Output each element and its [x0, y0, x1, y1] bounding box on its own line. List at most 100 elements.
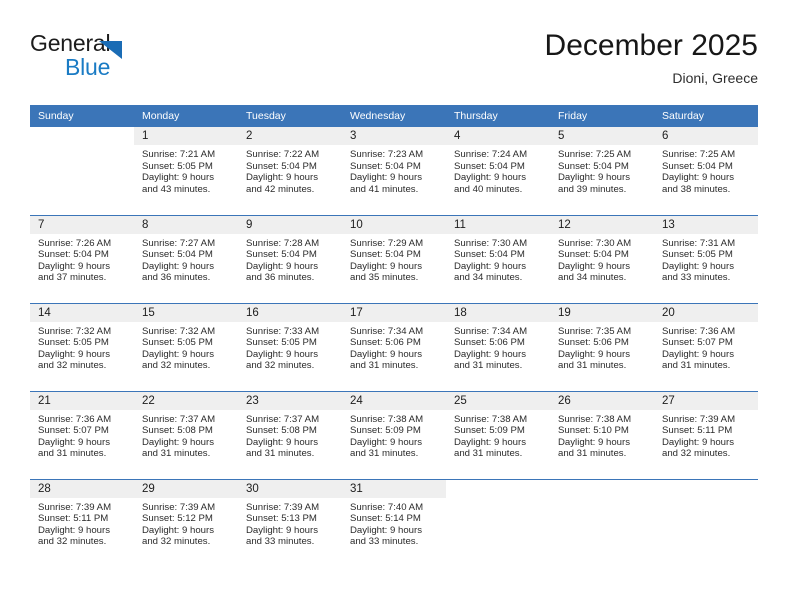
daylight-text-line1: Daylight: 9 hours [558, 436, 630, 448]
day-details: Sunrise: 7:32 AM Sunset: 5:05 PM Daylight:… [30, 322, 134, 372]
daylight-text-line1: Daylight: 9 hours [454, 436, 526, 448]
calendar-day-cell[interactable]: 20 Sunrise: 7:36 AM Sunset: 5:07 PM Dayligh… [654, 302, 758, 391]
calendar-day-cell[interactable]: 13 Sunrise: 7:31 AM Sunset: 5:05 PM Dayligh… [654, 214, 758, 303]
sunset-text: Sunset: 5:04 PM [38, 249, 109, 261]
daylight-text-line1: Daylight: 9 hours [246, 172, 318, 184]
sunrise-text: Sunrise: 7:34 AM [350, 325, 424, 337]
calendar-day-cell[interactable]: 17 Sunrise: 7:34 AM Sunset: 5:06 PM Dayligh… [342, 302, 446, 391]
calendar-day-cell[interactable]: 21 Sunrise: 7:36 AM Sunset: 5:07 PM Dayligh… [30, 390, 134, 479]
day-details: Sunrise: 7:21 AM Sunset: 5:05 PM Daylight:… [134, 145, 238, 195]
calendar-cell-empty [654, 478, 758, 567]
day-number: 29 [134, 479, 238, 498]
day-details: Sunrise: 7:22 AM Sunset: 5:04 PM Daylight:… [238, 145, 342, 195]
sunset-text: Sunset: 5:11 PM [662, 425, 733, 437]
calendar-week-row: 28 Sunrise: 7:39 AM Sunset: 5:11 PM Dayligh… [30, 478, 758, 567]
daylight-text-line2: and 31 minutes. [558, 448, 627, 460]
sunset-text: Sunset: 5:05 PM [246, 337, 317, 349]
calendar-day-cell[interactable]: 23 Sunrise: 7:37 AM Sunset: 5:08 PM Dayligh… [238, 390, 342, 479]
daylight-text-line1: Daylight: 9 hours [662, 436, 734, 448]
calendar-day-cell[interactable]: 27 Sunrise: 7:39 AM Sunset: 5:11 PM Dayligh… [654, 390, 758, 479]
calendar-page: General Blue December 2025 Dioni, Greece… [0, 0, 792, 612]
day-number: 28 [30, 479, 134, 498]
daylight-text-line1: Daylight: 9 hours [558, 260, 630, 272]
calendar-day-cell[interactable]: 3 Sunrise: 7:23 AM Sunset: 5:04 PM Daylight… [342, 127, 446, 215]
sunrise-text: Sunrise: 7:34 AM [454, 325, 528, 337]
day-details: Sunrise: 7:39 AM Sunset: 5:11 PM Daylight:… [654, 410, 758, 460]
page-header: General Blue December 2025 Dioni, Greece [30, 28, 758, 98]
day-number: 26 [550, 391, 654, 410]
day-details: Sunrise: 7:33 AM Sunset: 5:05 PM Daylight:… [238, 322, 342, 372]
calendar-table: Sunday Monday Tuesday Wednesday Thursday Frid… [30, 105, 758, 567]
calendar-cell-empty [30, 127, 134, 215]
sunset-text: Sunset: 5:04 PM [454, 160, 525, 172]
sunrise-text: Sunrise: 7:22 AM [246, 149, 320, 160]
calendar-day-cell[interactable]: 31 Sunrise: 7:40 AM Sunset: 5:14 PM Dayligh… [342, 478, 446, 567]
sunrise-text: Sunrise: 7:30 AM [454, 237, 528, 249]
calendar-day-cell[interactable]: 6 Sunrise: 7:25 AM Sunset: 5:04 PM Daylight… [654, 127, 758, 215]
sunrise-text: Sunrise: 7:40 AM [350, 501, 424, 513]
daylight-text-line2: and 31 minutes. [558, 360, 627, 372]
daylight-text-line2: and 32 minutes. [38, 536, 107, 548]
day-number: 31 [342, 479, 446, 498]
sunset-text: Sunset: 5:04 PM [350, 249, 421, 261]
day-details: Sunrise: 7:30 AM Sunset: 5:04 PM Daylight:… [550, 234, 654, 284]
sunset-text: Sunset: 5:06 PM [558, 337, 629, 349]
calendar-day-cell[interactable]: 30 Sunrise: 7:39 AM Sunset: 5:13 PM Dayligh… [238, 478, 342, 567]
calendar-day-cell[interactable]: 24 Sunrise: 7:38 AM Sunset: 5:09 PM Dayligh… [342, 390, 446, 479]
calendar-day-cell[interactable]: 22 Sunrise: 7:37 AM Sunset: 5:08 PM Dayligh… [134, 390, 238, 479]
day-number: 8 [134, 215, 238, 234]
calendar-week-row: 14 Sunrise: 7:32 AM Sunset: 5:05 PM Dayligh… [30, 302, 758, 391]
daylight-text-line2: and 33 minutes. [350, 536, 419, 548]
calendar-day-cell[interactable]: 26 Sunrise: 7:38 AM Sunset: 5:10 PM Dayligh… [550, 390, 654, 479]
day-number: 13 [654, 215, 758, 234]
daylight-text-line1: Daylight: 9 hours [142, 260, 214, 272]
daylight-text-line2: and 36 minutes. [142, 272, 211, 284]
daylight-text-line2: and 37 minutes. [38, 272, 107, 284]
sunset-text: Sunset: 5:07 PM [38, 425, 109, 437]
day-number: 27 [654, 391, 758, 410]
calendar-day-cell[interactable]: 8 Sunrise: 7:27 AM Sunset: 5:04 PM Daylight… [134, 214, 238, 303]
weekday-header-thursday: Thursday [446, 105, 550, 127]
calendar-day-cell[interactable]: 16 Sunrise: 7:33 AM Sunset: 5:05 PM Dayligh… [238, 302, 342, 391]
sunset-text: Sunset: 5:08 PM [142, 425, 213, 437]
daylight-text-line1: Daylight: 9 hours [38, 436, 110, 448]
daylight-text-line2: and 33 minutes. [246, 536, 315, 548]
calendar-day-cell[interactable]: 5 Sunrise: 7:25 AM Sunset: 5:04 PM Daylight… [550, 127, 654, 215]
day-number: 15 [134, 303, 238, 322]
calendar-day-cell[interactable]: 12 Sunrise: 7:30 AM Sunset: 5:04 PM Dayligh… [550, 214, 654, 303]
daylight-text-line2: and 32 minutes. [142, 360, 211, 372]
calendar-day-cell[interactable]: 18 Sunrise: 7:34 AM Sunset: 5:06 PM Dayligh… [446, 302, 550, 391]
daylight-text-line1: Daylight: 9 hours [246, 260, 318, 272]
day-details: Sunrise: 7:34 AM Sunset: 5:06 PM Daylight:… [342, 322, 446, 372]
sunset-text: Sunset: 5:04 PM [142, 249, 213, 261]
sunset-text: Sunset: 5:04 PM [350, 160, 421, 172]
daylight-text-line2: and 31 minutes. [350, 448, 419, 460]
calendar-day-cell[interactable]: 29 Sunrise: 7:39 AM Sunset: 5:12 PM Dayligh… [134, 478, 238, 567]
calendar-day-cell[interactable]: 14 Sunrise: 7:32 AM Sunset: 5:05 PM Dayligh… [30, 302, 134, 391]
calendar-day-cell[interactable]: 9 Sunrise: 7:28 AM Sunset: 5:04 PM Daylight… [238, 214, 342, 303]
calendar-day-cell[interactable]: 25 Sunrise: 7:38 AM Sunset: 5:09 PM Dayligh… [446, 390, 550, 479]
calendar-day-cell[interactable]: 10 Sunrise: 7:29 AM Sunset: 5:04 PM Dayligh… [342, 214, 446, 303]
calendar-day-cell[interactable]: 2 Sunrise: 7:22 AM Sunset: 5:04 PM Daylight… [238, 127, 342, 215]
calendar-day-cell[interactable]: 19 Sunrise: 7:35 AM Sunset: 5:06 PM Dayligh… [550, 302, 654, 391]
day-details: Sunrise: 7:40 AM Sunset: 5:14 PM Daylight:… [342, 498, 446, 548]
sunrise-text: Sunrise: 7:26 AM [38, 237, 112, 249]
calendar-day-cell[interactable]: 28 Sunrise: 7:39 AM Sunset: 5:11 PM Dayligh… [30, 478, 134, 567]
sunset-text: Sunset: 5:05 PM [662, 249, 733, 261]
sunset-text: Sunset: 5:04 PM [246, 249, 317, 261]
calendar-day-cell[interactable]: 7 Sunrise: 7:26 AM Sunset: 5:04 PM Daylight… [30, 214, 134, 303]
day-number: 9 [238, 215, 342, 234]
sunset-text: Sunset: 5:05 PM [142, 337, 213, 349]
calendar-day-cell[interactable]: 15 Sunrise: 7:32 AM Sunset: 5:05 PM Dayligh… [134, 302, 238, 391]
day-details: Sunrise: 7:25 AM Sunset: 5:04 PM Daylight:… [654, 145, 758, 195]
daylight-text-line1: Daylight: 9 hours [38, 524, 110, 536]
sunrise-text: Sunrise: 7:29 AM [350, 237, 424, 249]
general-blue-logo[interactable]: General Blue [30, 30, 230, 88]
calendar-day-cell[interactable]: 1 Sunrise: 7:21 AM Sunset: 5:05 PM Daylight… [134, 127, 238, 215]
calendar-day-cell[interactable]: 11 Sunrise: 7:30 AM Sunset: 5:04 PM Dayligh… [446, 214, 550, 303]
sunset-text: Sunset: 5:04 PM [662, 160, 733, 172]
calendar-day-cell[interactable]: 4 Sunrise: 7:24 AM Sunset: 5:04 PM Daylight… [446, 127, 550, 215]
day-number: 17 [342, 303, 446, 322]
sunset-text: Sunset: 5:04 PM [246, 160, 317, 172]
sunrise-text: Sunrise: 7:30 AM [558, 237, 632, 249]
